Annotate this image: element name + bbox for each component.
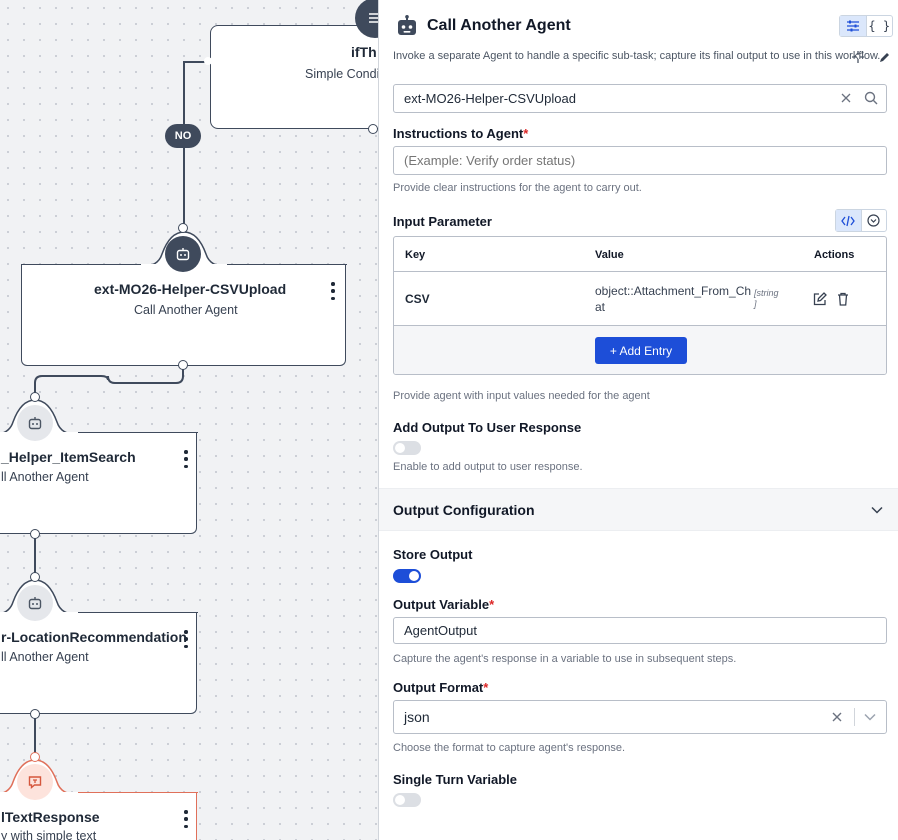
node-title: lTextResponse [1,809,100,825]
add-output-help: Enable to add output to user response. [393,461,583,473]
view-toggle: { } [839,15,893,37]
single-turn-toggle[interactable] [393,793,421,807]
output-format-label-text: Output Format [393,680,484,695]
output-variable-label: Output Variable* [393,597,494,612]
agent-select-value: ext-MO26-Helper-CSVUpload [404,91,576,106]
instructions-help: Provide clear instructions for the agent… [393,182,642,194]
condition-no-handle[interactable] [204,57,212,65]
output-variable-help: Capture the agent's response in a variab… [393,653,737,665]
code-icon [841,215,856,226]
node-menu-button[interactable] [180,630,192,648]
input-handle[interactable] [30,572,40,582]
table-row: CSV object::Attachment_From_Ch at [strin… [394,272,886,326]
column-value: Value [595,249,624,261]
output-variable-label-text: Output Variable [393,597,490,612]
node-subtitle: ll Another Agent [1,470,89,484]
output-format-value: json [404,709,430,725]
sparkle-icon[interactable] [851,50,865,64]
collapse-button[interactable] [862,210,887,231]
input-parameter-table: Key Value Actions CSV object::Attachment… [393,236,887,375]
node-subtitle: y with simple text [1,829,97,840]
agent-select[interactable]: ext-MO26-Helper-CSVUpload [393,84,887,113]
input-handle[interactable] [30,752,40,762]
required-mark: * [489,597,495,612]
node-title: ext-MO26-Helper-CSVUpload [94,281,287,297]
add-output-toggle[interactable] [393,441,421,455]
add-output-label: Add Output To User Response [393,420,582,435]
column-actions: Actions [814,249,855,261]
output-handle[interactable] [30,529,40,539]
clear-icon[interactable] [839,91,853,105]
robot-icon [165,236,201,272]
column-key: Key [405,249,426,261]
chevron-down-icon[interactable] [863,710,877,724]
output-format-select[interactable]: json [393,700,887,734]
node-menu-button[interactable] [327,282,339,300]
add-entry-button[interactable]: + Add Entry [595,337,687,364]
form-view-button[interactable] [840,16,867,36]
instructions-input[interactable] [393,146,887,175]
sliders-icon [846,20,859,32]
node-title: _Helper_ItemSearch [1,449,136,465]
agent-icon [397,15,417,37]
output-config-header[interactable]: Output Configuration [379,488,898,531]
no-branch-label: NO [165,124,201,148]
output-variable-value: AgentOutput [404,623,477,638]
input-handle[interactable] [178,223,188,233]
clear-icon[interactable] [830,710,844,724]
message-icon [17,764,53,800]
edit-icon[interactable] [877,50,891,64]
agent-node-itemsearch[interactable]: _Helper_ItemSearch ll Another Agent [0,432,198,534]
output-handle[interactable] [30,709,40,719]
panel-title: Call Another Agent [427,17,571,34]
properties-panel: Call Another Agent { } Invoke a separate… [378,0,898,840]
workflow-canvas[interactable]: ifTh Simple Condit NO ext-MO26-Helper-CS… [0,0,378,840]
select-divider [854,708,855,726]
braces-icon: { } [868,19,891,33]
chevron-circle-icon [867,214,880,227]
agent-node-locationrecommendation[interactable]: r-LocationRecommendation ll Another Agen… [0,612,198,714]
json-view-button[interactable]: { } [867,16,893,36]
node-title: ifTh [351,44,377,60]
single-turn-label: Single Turn Variable [393,772,518,787]
search-icon[interactable] [863,90,879,106]
chevron-down-icon[interactable] [870,503,884,517]
store-output-toggle[interactable] [393,569,421,583]
input-parameter-help: Provide agent with input values needed f… [393,390,650,402]
required-mark: * [483,680,489,695]
trash-icon[interactable] [835,291,851,307]
condition-output-handle[interactable] [368,124,378,134]
condition-node[interactable]: ifTh Simple Condit [210,25,378,129]
agent-node-csvupload[interactable]: ext-MO26-Helper-CSVUpload Call Another A… [20,264,347,366]
row-type-line1: [string [754,288,779,298]
instructions-label-text: Instructions to Agent [393,126,524,141]
row-key: CSV [405,292,430,306]
node-subtitle: ll Another Agent [1,650,89,664]
instructions-label: Instructions to Agent* [393,126,528,141]
row-value-line2: at [595,300,606,314]
row-value-line1: object::Attachment_From_Ch [595,284,752,298]
node-subtitle: Simple Condit [305,67,378,81]
output-format-help: Choose the format to capture agent's res… [393,742,626,754]
node-title: r-LocationRecommendation [1,629,187,645]
node-subtitle: Call Another Agent [134,303,238,317]
output-format-label: Output Format* [393,680,488,695]
table-header: Key Value Actions [394,237,886,272]
node-menu-button[interactable] [180,450,192,468]
output-handle[interactable] [178,360,188,370]
edit-row-icon[interactable] [812,291,828,307]
store-output-label: Store Output [393,547,473,562]
robot-icon [17,585,53,621]
code-view-button[interactable] [836,210,862,231]
output-config-title: Output Configuration [393,502,535,518]
required-mark: * [523,126,529,141]
output-variable-input[interactable]: AgentOutput [393,617,887,644]
input-handle[interactable] [30,392,40,402]
row-type-line2: ] [754,299,757,309]
panel-description: Invoke a separate Agent to handle a spec… [393,50,881,62]
input-parameter-label: Input Parameter [393,214,492,229]
robot-icon [17,405,53,441]
node-menu-button[interactable] [180,810,192,828]
input-parameter-mode-toggle [835,209,887,232]
